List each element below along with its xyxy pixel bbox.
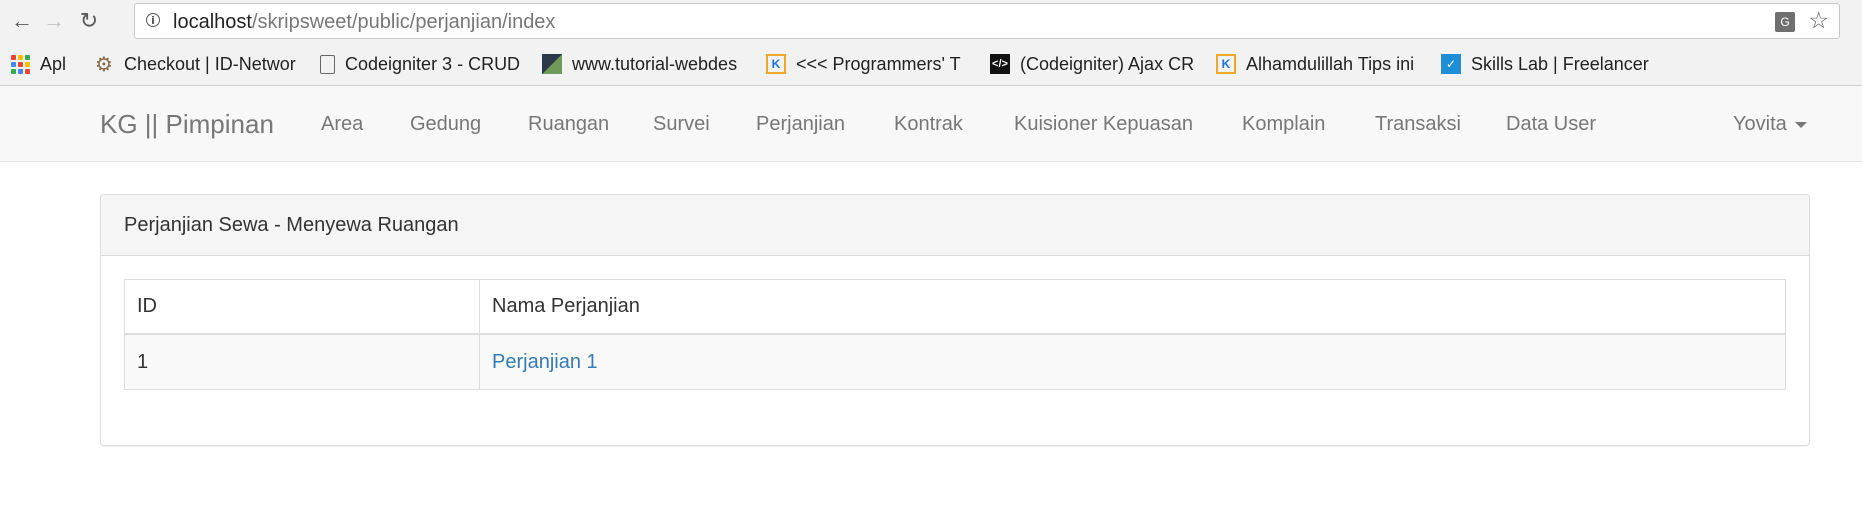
bookmark-label: www.tutorial-webdes <box>572 53 738 74</box>
browser-toolbar: ← → ↻ i localhost/skripsweet/public/perj… <box>0 0 1862 42</box>
bookmark-tutorial-webdesign[interactable]: www.tutorial-webdes <box>542 42 746 86</box>
cell-id: 1 <box>124 333 480 390</box>
bookmark-codeigniter-crud[interactable]: Codeigniter 3 - CRUD <box>320 42 522 86</box>
document-icon <box>320 54 335 74</box>
bookmark-label: Codeigniter 3 - CRUD <box>345 53 521 74</box>
nav-item-kuisioner-kepuasan[interactable]: Kuisioner Kepuasan <box>1014 86 1193 162</box>
bookmark-apps[interactable]: Apl <box>10 42 74 86</box>
column-header-id: ID <box>124 279 480 335</box>
kodingkeun-favicon-icon: K <box>1216 54 1236 74</box>
bookmark-label: Checkout | ID-Networ <box>124 53 296 74</box>
bookmark-label: (Codeigniter) Ajax CR <box>1020 53 1195 74</box>
nav-item-ruangan[interactable]: Ruangan <box>528 86 609 162</box>
nav-item-transaksi[interactable]: Transaksi <box>1375 86 1461 162</box>
app-navbar: KG || Pimpinan Area Gedung Ruangan Surve… <box>0 86 1862 162</box>
nav-item-survei[interactable]: Survei <box>653 86 710 162</box>
agreement-table: ID Nama Perjanjian 1 Perjanjian 1 <box>124 279 1786 390</box>
bookmark-codeigniter-ajax[interactable]: </> (Codeigniter) Ajax CR <box>990 42 1196 86</box>
bookmark-label: Skills Lab | Freelancer <box>1471 53 1649 74</box>
cell-name: Perjanjian 1 <box>479 333 1786 390</box>
gear-icon: ⚙ <box>95 53 113 76</box>
url-host: localhost <box>173 11 252 33</box>
kodingkeun-favicon-icon: K <box>766 54 786 74</box>
nav-item-kontrak[interactable]: Kontrak <box>894 86 963 162</box>
bookmark-label: Alhamdulillah Tips ini <box>1246 53 1415 74</box>
info-icon[interactable]: i <box>146 13 160 27</box>
brand-link[interactable]: KG || Pimpinan <box>100 86 274 162</box>
bookmark-programmers[interactable]: K <<< Programmers' T <box>766 42 972 86</box>
agreement-link[interactable]: Perjanjian 1 <box>492 351 598 373</box>
bookmark-label: Apl <box>40 53 67 74</box>
table-row: 1 Perjanjian 1 <box>124 333 1786 390</box>
nav-item-perjanjian[interactable]: Perjanjian <box>756 86 845 162</box>
bookmark-skills-lab[interactable]: ✓ Skills Lab | Freelancer <box>1441 42 1681 86</box>
bookmark-checkout[interactable]: ⚙ Checkout | ID-Networ <box>94 42 298 86</box>
bookmark-alhamdulillah-tips[interactable]: K Alhamdulillah Tips ini <box>1216 42 1422 86</box>
bookmarks-bar: Apl ⚙ Checkout | ID-Networ Codeigniter 3… <box>0 42 1862 86</box>
address-bar[interactable]: i localhost/skripsweet/public/perjanjian… <box>134 3 1840 39</box>
user-dropdown[interactable]: Yovita <box>1733 86 1807 162</box>
agreement-panel: Perjanjian Sewa - Menyewa Ruangan ID Nam… <box>100 194 1810 446</box>
code-favicon-icon: </> <box>990 54 1010 74</box>
forward-arrow-icon[interactable]: → <box>40 7 68 35</box>
nav-item-komplain[interactable]: Komplain <box>1242 86 1325 162</box>
reload-icon[interactable]: ↻ <box>75 7 103 35</box>
apps-grid-icon <box>10 54 30 74</box>
user-name: Yovita <box>1733 113 1787 135</box>
caret-down-icon <box>1794 121 1807 128</box>
panel-heading: Perjanjian Sewa - Menyewa Ruangan <box>101 195 1809 256</box>
translate-icon[interactable]: G <box>1775 12 1795 32</box>
bookmark-label: <<< Programmers' T <box>796 53 961 74</box>
bookmark-star-icon[interactable]: ☆ <box>1808 9 1829 32</box>
back-arrow-icon[interactable]: ← <box>8 7 36 35</box>
column-header-name: Nama Perjanjian <box>479 279 1786 335</box>
nav-item-data-user[interactable]: Data User <box>1506 86 1596 162</box>
url-text[interactable]: localhost/skripsweet/public/perjanjian/i… <box>173 4 555 40</box>
freelancer-favicon-icon: ✓ <box>1441 54 1461 74</box>
nav-item-area[interactable]: Area <box>321 86 363 162</box>
nav-item-gedung[interactable]: Gedung <box>410 86 481 162</box>
tutorial-favicon-icon <box>542 54 562 74</box>
table-header-row: ID Nama Perjanjian <box>124 279 1786 335</box>
url-path: /skripsweet/public/perjanjian/index <box>251 11 556 33</box>
